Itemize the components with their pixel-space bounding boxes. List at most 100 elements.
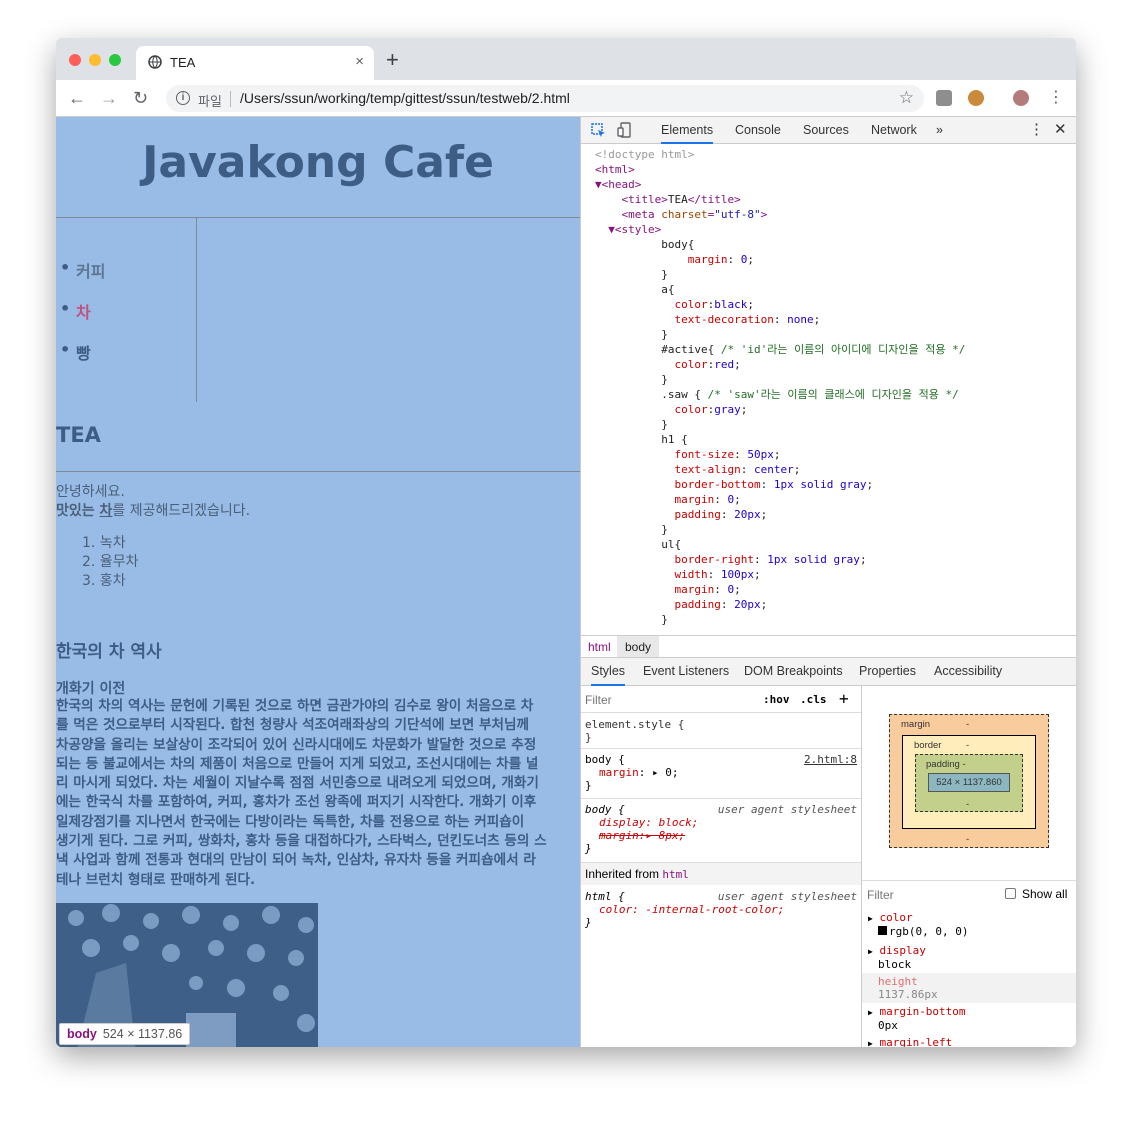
dom-tree-line[interactable]: <meta charset="utf-8">	[581, 207, 1076, 222]
inherited-tag[interactable]: html	[662, 868, 689, 881]
profile-avatar[interactable]	[1013, 90, 1029, 106]
rule-source-link[interactable]: 2.html:8	[804, 753, 857, 766]
body-rule[interactable]: body {2.html:8 margin: ▸ 0; }	[581, 748, 861, 796]
dom-tree-line[interactable]: margin: 0;	[581, 582, 1076, 597]
dom-tree-line[interactable]: color:gray;	[581, 402, 1076, 417]
back-icon[interactable]: ←	[68, 88, 86, 108]
dom-tree-line[interactable]: margin: 0;	[581, 252, 1076, 267]
reload-icon[interactable]: ↻	[133, 88, 148, 108]
dom-tree-line[interactable]: }	[581, 267, 1076, 282]
rule-value[interactable]: : ▸ 0;	[639, 766, 679, 779]
omnibox[interactable]: i 파일 /Users/ssun/working/temp/gittest/ss…	[166, 85, 924, 112]
dom-tree-line[interactable]: h1 {	[581, 432, 1076, 447]
tab-properties[interactable]: Properties	[859, 664, 916, 678]
url-text[interactable]: /Users/ssun/working/temp/gittest/ssun/te…	[240, 90, 570, 106]
extension-icon[interactable]	[936, 90, 952, 106]
dom-tree-line[interactable]: <!doctype html>	[581, 147, 1076, 162]
dom-tree-line[interactable]: border-right: 1px solid gray;	[581, 552, 1076, 567]
dom-tree-line[interactable]: text-decoration: none;	[581, 312, 1076, 327]
dom-tree-line[interactable]: ul{	[581, 537, 1076, 552]
computed-value: 1137.86px	[878, 988, 938, 1001]
dom-tree-line[interactable]: width: 100px;	[581, 567, 1076, 582]
menu-kebab-icon[interactable]: ⋮	[1048, 88, 1064, 108]
computed-row[interactable]: ▶ display block	[862, 942, 1076, 973]
device-toolbar-icon[interactable]	[617, 122, 632, 138]
tab-event-listeners[interactable]: Event Listeners	[643, 664, 729, 678]
nav-item-bread[interactable]: 빵	[60, 340, 90, 364]
box-model-margin[interactable]: margin - - border - padding - 524 × 1137…	[889, 714, 1049, 848]
tab-styles[interactable]: Styles	[591, 664, 626, 686]
styles-tabbar: Styles Event Listeners DOM Breakpoints P…	[581, 658, 1076, 686]
info-icon[interactable]: i	[176, 91, 190, 105]
color-swatch[interactable]	[878, 926, 887, 935]
dom-tree-line[interactable]: }	[581, 417, 1076, 432]
show-all-checkbox[interactable]	[1005, 888, 1016, 899]
dom-tree-line[interactable]: border-bottom: 1px solid gray;	[581, 477, 1076, 492]
devtools-close-icon[interactable]: ✕	[1054, 120, 1067, 138]
computed-row[interactable]: ▶ margin-left 0px	[862, 1034, 1076, 1047]
rule-selector: body {	[585, 803, 625, 816]
box-model-padding[interactable]: padding - 524 × 1137.860 -	[915, 754, 1023, 812]
browser-tab[interactable]: TEA ×	[136, 46, 374, 80]
ua-body-rule: body {user agent stylesheet display: blo…	[581, 798, 861, 859]
dom-tree-line[interactable]: ▼<style>	[581, 222, 1076, 237]
ua-html-rule: html {user agent stylesheet color: -inte…	[581, 886, 861, 933]
computed-row[interactable]: ▶ margin-bottom 0px	[862, 1003, 1076, 1034]
dom-tree-line[interactable]: a{	[581, 282, 1076, 297]
dom-tree-line[interactable]: }	[581, 327, 1076, 342]
dom-tree-line[interactable]: font-size: 50px;	[581, 447, 1076, 462]
bookmark-star-icon[interactable]: ☆	[899, 88, 914, 108]
cookie-icon[interactable]	[968, 90, 984, 106]
cls-toggle[interactable]: .cls	[800, 693, 827, 706]
dom-tree-line[interactable]: color:red;	[581, 357, 1076, 372]
history-paragraph: 한국의 차의 역사는 문헌에 기록된 것으로 하면 금관가야의 김수로 왕이 처…	[56, 698, 547, 888]
dom-tree-line[interactable]: padding: 20px;	[581, 597, 1076, 612]
devtools-menu-icon[interactable]: ⋮	[1029, 120, 1044, 138]
inspect-icon[interactable]	[591, 123, 606, 138]
dom-tree-line[interactable]: text-align: center;	[581, 462, 1076, 477]
element-style-rule[interactable]: element.style { }	[585, 718, 684, 744]
hov-toggle[interactable]: :hov	[763, 693, 790, 706]
rule-property[interactable]: margin	[599, 766, 639, 779]
intro-link[interactable]: 차	[100, 503, 113, 519]
dom-tree-line[interactable]: }	[581, 372, 1076, 387]
box-model-border[interactable]: border - padding - 524 × 1137.860 -	[902, 735, 1036, 829]
dom-tree[interactable]: <!doctype html> <html> ▼<head> <title>TEA<…	[581, 144, 1076, 635]
computed-row[interactable]: ▶ color rgb(0, 0, 0)	[862, 907, 1076, 942]
new-rule-button[interactable]: +	[839, 689, 849, 708]
dom-tree-line[interactable]: ▼<head>	[581, 177, 1076, 192]
rule-property-overridden: margin:▸ 8px;	[599, 829, 686, 842]
styles-filter-input[interactable]	[585, 690, 751, 709]
dom-tree-line[interactable]: <title>TEA</title>	[581, 192, 1076, 207]
computed-filter-input[interactable]	[867, 886, 977, 904]
tab-elements[interactable]: Elements	[661, 123, 714, 144]
dom-tree-line[interactable]: #active{ /* 'id'라는 이름의 아이디에 디자인을 적용 */	[581, 342, 1076, 357]
tab-dom-breakpoints[interactable]: DOM Breakpoints	[744, 664, 843, 678]
dom-tree-line[interactable]: }	[581, 522, 1076, 537]
dom-tree-line[interactable]: padding: 20px;	[581, 507, 1076, 522]
dom-tree-line[interactable]: margin: 0;	[581, 492, 1076, 507]
tab-console[interactable]: Console	[735, 123, 781, 137]
dom-tree-line[interactable]: }	[581, 612, 1076, 627]
tab-network[interactable]: Network	[871, 123, 917, 137]
nav-item-coffee[interactable]: 커피	[60, 258, 106, 282]
breadcrumb-body[interactable]: body	[617, 636, 660, 657]
dom-tree-line[interactable]: body{	[581, 237, 1076, 252]
new-tab-button[interactable]: +	[386, 49, 399, 71]
dom-tree-line[interactable]: <html>	[581, 162, 1076, 177]
tab-close-icon[interactable]: ×	[355, 53, 364, 70]
box-model-content[interactable]: 524 × 1137.860	[928, 773, 1010, 792]
minimize-window-button[interactable]	[89, 54, 101, 66]
tab-title: TEA	[170, 55, 196, 70]
breadcrumb-html[interactable]: html	[588, 640, 611, 654]
tab-sources[interactable]: Sources	[803, 123, 849, 137]
zoom-window-button[interactable]	[109, 54, 121, 66]
more-tabs-icon[interactable]: »	[936, 123, 943, 137]
tab-accessibility[interactable]: Accessibility	[934, 664, 1002, 678]
dom-tree-line[interactable]: .saw { /* 'saw'라는 이름의 클래스에 디자인을 적용 */	[581, 387, 1076, 402]
nav-item-tea[interactable]: 차	[60, 299, 90, 323]
close-window-button[interactable]	[69, 54, 81, 66]
computed-row[interactable]: height 1137.86px	[862, 973, 1076, 1003]
forward-icon[interactable]: →	[100, 88, 118, 108]
dom-tree-line[interactable]: color:black;	[581, 297, 1076, 312]
